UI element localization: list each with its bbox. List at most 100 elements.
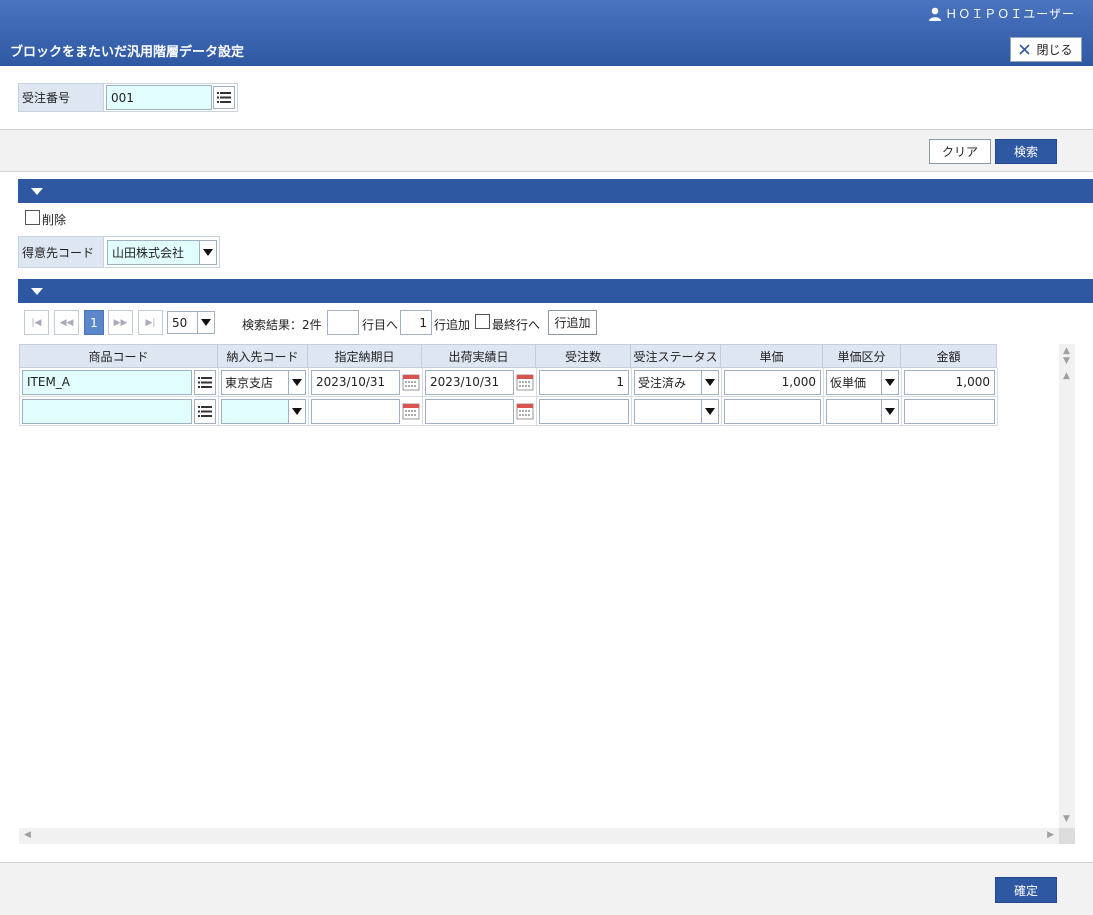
user-name: ＨＯＩＰＯＩユーザー	[945, 7, 1075, 21]
unit-price-value: 1,000	[781, 375, 816, 389]
first-page-icon[interactable]: |◀	[24, 310, 49, 335]
table-row	[19, 397, 998, 426]
col-price-type[interactable]: 単価区分	[823, 344, 901, 368]
status-select[interactable]	[634, 398, 719, 424]
chevron-down-icon[interactable]	[288, 370, 305, 394]
price-type-select[interactable]	[826, 398, 899, 424]
delivery-code-select[interactable]: 東京支店	[221, 369, 306, 395]
chevron-down-icon[interactable]	[881, 399, 898, 423]
item-code-value: ITEM_A	[27, 375, 71, 389]
clear-button[interactable]: クリア	[929, 139, 991, 164]
add-row-label: 行追加	[554, 316, 591, 330]
delete-checkbox[interactable]	[25, 210, 40, 225]
amount-input[interactable]: 1,000	[904, 369, 995, 395]
scroll-up-icon[interactable]: ▲	[1063, 347, 1070, 356]
price-type-select[interactable]: 仮単価	[826, 369, 899, 395]
collapse-triangle-icon[interactable]	[31, 288, 43, 295]
vertical-scrollbar[interactable]: ▲ ▼ ▲ ▼	[1059, 344, 1075, 828]
list-icon	[198, 405, 212, 417]
chevron-down-icon[interactable]	[197, 312, 214, 333]
qty-value: 1	[616, 375, 624, 389]
cell-qty	[537, 397, 632, 425]
col-due-date[interactable]: 指定納期日	[308, 344, 422, 368]
item-lookup-button[interactable]	[194, 369, 216, 395]
calendar-icon[interactable]	[516, 373, 534, 391]
scroll-down-icon[interactable]: ▼	[1063, 815, 1070, 824]
chevron-down-icon[interactable]	[881, 370, 898, 394]
customer-code-value: 山田株式会社	[112, 246, 185, 260]
chevron-down-icon[interactable]	[701, 399, 718, 423]
due-date-input[interactable]: 2023/10/31	[311, 369, 400, 395]
calendar-icon[interactable]	[516, 402, 534, 420]
price-type-value: 仮単価	[830, 375, 867, 390]
customer-code-label: 得意先コード	[18, 236, 104, 268]
delivery-code-select[interactable]	[221, 398, 306, 424]
cell-delivery-code: 東京支店	[219, 368, 309, 396]
customer-code-label-text: 得意先コード	[22, 245, 95, 260]
col-status[interactable]: 受注ステータス	[631, 344, 721, 368]
col-item-code[interactable]: 商品コード	[19, 344, 218, 368]
col-unit-price[interactable]: 単価	[721, 344, 823, 368]
chevron-down-icon[interactable]	[288, 399, 305, 423]
last-row-label: 最終行へ	[492, 318, 541, 332]
section-bar-detail[interactable]	[18, 279, 1093, 303]
amount-input[interactable]	[904, 398, 995, 424]
clear-label: クリア	[941, 145, 978, 159]
collapse-triangle-icon[interactable]	[31, 188, 43, 195]
cell-due-date	[309, 397, 423, 425]
status-select[interactable]: 受注済み	[634, 369, 719, 395]
item-code-input[interactable]	[22, 398, 192, 424]
next-page-icon[interactable]: ▶▶	[108, 310, 133, 335]
ship-date-input[interactable]: 2023/10/31	[425, 369, 514, 395]
calendar-icon[interactable]	[402, 373, 420, 391]
delete-label: 削除	[42, 213, 67, 227]
scroll-up-icon[interactable]: ▲	[1063, 372, 1070, 381]
order-no-lookup-button[interactable]	[213, 86, 235, 109]
col-ship-date[interactable]: 出荷実績日	[422, 344, 536, 368]
last-row-checkbox[interactable]	[475, 314, 490, 329]
page-number-current[interactable]: 1	[84, 310, 104, 335]
calendar-icon[interactable]	[402, 402, 420, 420]
col-delivery-code[interactable]: 納入先コード	[218, 344, 308, 368]
col-qty[interactable]: 受注数	[536, 344, 631, 368]
order-no-input[interactable]: 001	[106, 85, 212, 110]
page-size-value: 50	[172, 315, 188, 330]
close-button[interactable]: 閉じる	[1010, 37, 1082, 62]
scroll-left-icon[interactable]: ◀	[24, 831, 31, 840]
cell-price-type	[824, 397, 902, 425]
search-button[interactable]: 検索	[995, 139, 1057, 164]
user-menu[interactable]: ＨＯＩＰＯＩユーザー	[928, 5, 1075, 22]
confirm-label: 確定	[1013, 883, 1038, 898]
qty-input[interactable]	[539, 398, 629, 424]
cell-due-date: 2023/10/31	[309, 368, 423, 396]
grid-header: 商品コード 納入先コード 指定納期日 出荷実績日 受注数 受注ステータス 単価 …	[19, 344, 997, 368]
qty-input[interactable]: 1	[539, 369, 629, 395]
cell-qty: 1	[537, 368, 632, 396]
unit-price-input[interactable]	[724, 398, 821, 424]
list-icon	[217, 92, 231, 103]
chevron-down-icon[interactable]	[199, 241, 216, 264]
order-no-label-text: 受注番号	[22, 91, 71, 105]
add-count-input[interactable]: 1	[400, 310, 432, 335]
unit-price-input[interactable]: 1,000	[724, 369, 821, 395]
prev-page-icon[interactable]: ◀◀	[54, 310, 79, 335]
item-lookup-button[interactable]	[194, 398, 216, 424]
last-page-icon[interactable]: ▶|	[138, 310, 163, 335]
ship-date-input[interactable]	[425, 398, 514, 424]
row-goto-input[interactable]	[327, 310, 359, 335]
due-date-input[interactable]	[311, 398, 400, 424]
scroll-right-icon[interactable]: ▶	[1047, 831, 1054, 840]
cell-ship-date	[423, 397, 537, 425]
horizontal-scrollbar[interactable]: ◀ ▶	[19, 828, 1059, 844]
page-size-select[interactable]: 50	[167, 311, 215, 334]
chevron-down-icon[interactable]	[701, 370, 718, 394]
col-amount[interactable]: 金額	[901, 344, 997, 368]
section-bar-header[interactable]	[18, 179, 1093, 203]
page-title: ブロックをまたいだ汎用階層データ設定	[10, 45, 245, 60]
add-row-button[interactable]: 行追加	[548, 310, 597, 335]
cell-unit-price	[722, 397, 824, 425]
customer-code-select[interactable]: 山田株式会社	[107, 240, 217, 265]
confirm-button[interactable]: 確定	[995, 877, 1057, 903]
scroll-down-icon[interactable]: ▼	[1063, 357, 1070, 366]
item-code-input[interactable]: ITEM_A	[22, 369, 192, 395]
